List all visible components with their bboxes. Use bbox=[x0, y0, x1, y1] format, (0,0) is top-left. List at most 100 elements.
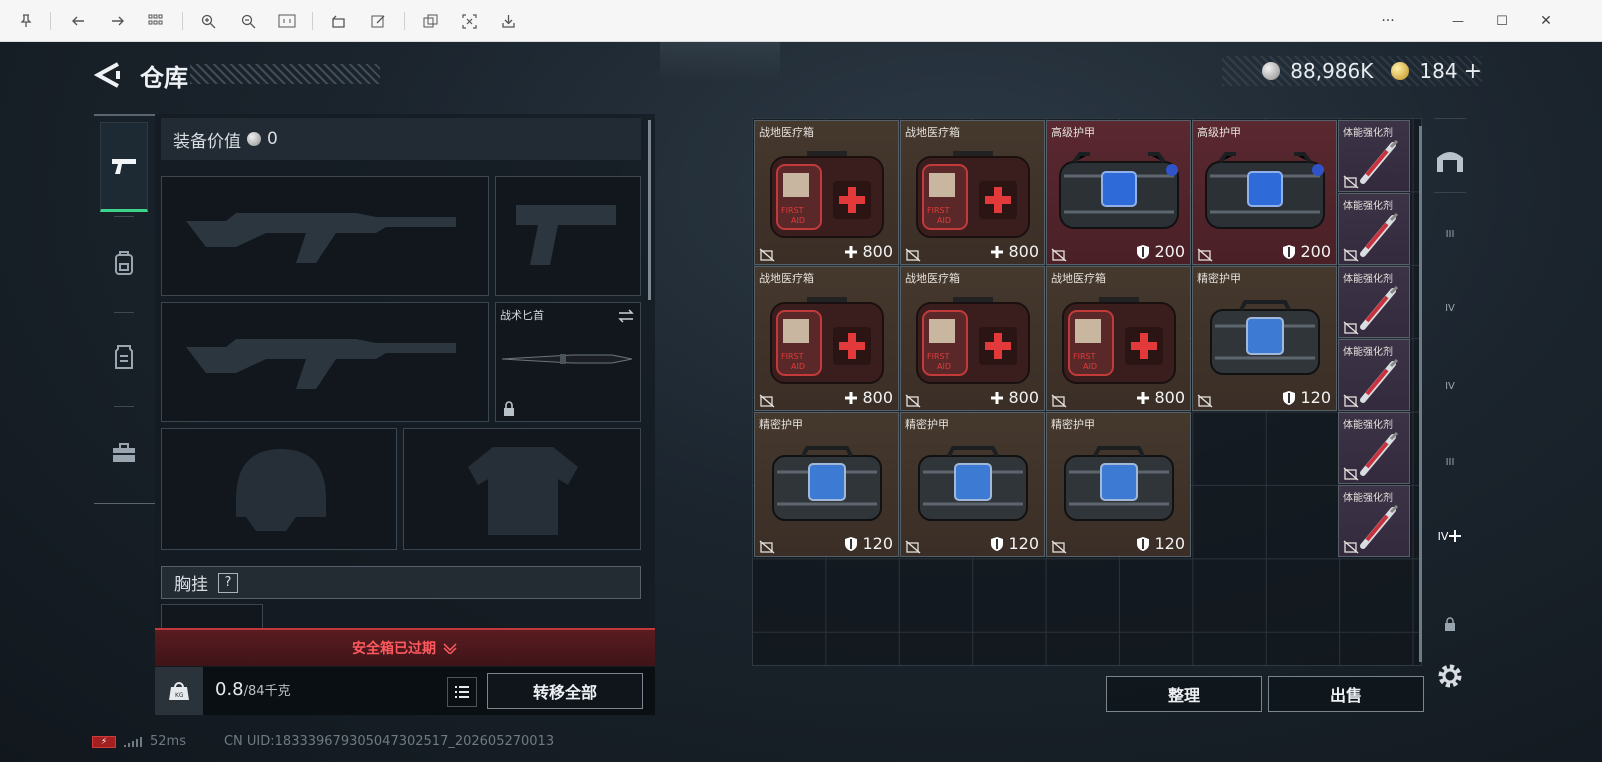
primary-weapon-slot[interactable] bbox=[161, 176, 489, 296]
no-sell-icon bbox=[1197, 247, 1213, 262]
armor-slot[interactable] bbox=[403, 428, 641, 550]
safebox-expired-banner[interactable]: 安全箱已过期 bbox=[155, 628, 655, 666]
rail-tier-d[interactable]: III bbox=[1432, 444, 1468, 480]
minimize-button[interactable]: — bbox=[1448, 11, 1468, 31]
armor-grey-icon bbox=[1205, 292, 1325, 386]
forward-icon[interactable] bbox=[108, 11, 128, 31]
item-name: 精密护甲 bbox=[905, 418, 949, 431]
silver-coin-icon bbox=[247, 132, 261, 146]
rail-tier-a[interactable]: III bbox=[1432, 216, 1468, 252]
sidearm-slot[interactable] bbox=[495, 176, 641, 296]
item-value-text: 800 bbox=[1008, 388, 1039, 407]
carry-weight: 0.8/84千克 bbox=[215, 679, 291, 700]
settings-button[interactable] bbox=[1432, 658, 1468, 694]
stash-item[interactable]: 战地医疗箱 FIRST AID 800 bbox=[900, 266, 1045, 411]
fit-icon[interactable] bbox=[277, 11, 297, 31]
back-icon[interactable] bbox=[68, 11, 88, 31]
svg-text:AID: AID bbox=[791, 216, 805, 225]
nav-backpack[interactable] bbox=[100, 218, 148, 308]
stash-item-injector[interactable]: 体能强化剂 bbox=[1338, 339, 1410, 411]
copy-icon[interactable] bbox=[420, 11, 440, 31]
back-arrow-icon[interactable] bbox=[93, 61, 122, 89]
edit-icon[interactable] bbox=[368, 11, 388, 31]
svg-text:AID: AID bbox=[937, 216, 951, 225]
nav-toolbox[interactable] bbox=[100, 408, 148, 498]
stash-item[interactable]: 高级护甲 200 bbox=[1192, 120, 1337, 265]
zoom-in-icon[interactable] bbox=[198, 11, 218, 31]
helmet-slot[interactable] bbox=[161, 428, 397, 550]
rail-lock[interactable] bbox=[1432, 606, 1468, 642]
stash-item-injector[interactable]: 体能强化剂 bbox=[1338, 120, 1410, 192]
add-currency-button[interactable]: + bbox=[1464, 59, 1482, 84]
save-icon[interactable] bbox=[498, 11, 518, 31]
list-view-button[interactable] bbox=[447, 677, 477, 707]
stash-item[interactable]: 战地医疗箱 FIRST AID 800 bbox=[900, 120, 1045, 265]
medkit-icon: FIRST AID bbox=[1059, 287, 1179, 391]
item-value: 800 bbox=[844, 242, 893, 261]
svg-text:AID: AID bbox=[791, 362, 805, 371]
svg-text:AID: AID bbox=[1083, 362, 1097, 371]
stash-item[interactable]: 精密护甲 120 bbox=[754, 412, 899, 557]
heal-icon bbox=[1136, 391, 1150, 405]
stash-item[interactable]: 精密护甲 120 bbox=[1046, 412, 1191, 557]
rail-tier-label: III bbox=[1445, 228, 1455, 240]
pin-icon[interactable] bbox=[16, 11, 36, 31]
item-value-text: 800 bbox=[1154, 388, 1185, 407]
stash-item-injector[interactable]: 体能强化剂 bbox=[1338, 485, 1410, 557]
rifle-silhouette-icon bbox=[186, 213, 456, 263]
add-icon bbox=[1449, 530, 1462, 542]
rail-tier-b[interactable]: IV bbox=[1432, 290, 1468, 326]
item-name: 高级护甲 bbox=[1197, 126, 1241, 139]
stash-item[interactable]: 战地医疗箱 FIRST AID 800 bbox=[1046, 266, 1191, 411]
stash-item[interactable]: 精密护甲 120 bbox=[900, 412, 1045, 557]
stash-item[interactable]: 战地医疗箱 FIRST AID 800 bbox=[754, 266, 899, 411]
sell-button[interactable]: 出售 bbox=[1268, 676, 1424, 712]
rotate-icon[interactable] bbox=[328, 11, 348, 31]
chest-rig-row[interactable]: 胸挂 ? bbox=[161, 566, 641, 599]
signal-icon bbox=[124, 736, 142, 747]
heal-icon bbox=[990, 245, 1004, 259]
maximize-button[interactable]: ☐ bbox=[1492, 11, 1512, 31]
stash-category-rail: III IV IV III IV bbox=[1428, 118, 1472, 718]
item-name: 精密护甲 bbox=[759, 418, 803, 431]
grid-icon[interactable] bbox=[146, 11, 166, 31]
transfer-all-button[interactable]: 转移全部 bbox=[487, 673, 643, 709]
swap-icon[interactable] bbox=[618, 309, 634, 323]
item-value: 120 bbox=[1136, 534, 1185, 553]
warehouse-icon bbox=[1437, 152, 1463, 172]
close-button[interactable]: ✕ bbox=[1536, 11, 1556, 31]
stash-item-injector[interactable]: 体能强化剂 bbox=[1338, 193, 1410, 265]
item-value: 120 bbox=[844, 534, 893, 553]
rail-tier-c[interactable]: IV bbox=[1432, 368, 1468, 404]
injector-icon bbox=[1353, 283, 1403, 337]
rail-tier-e[interactable]: IV bbox=[1432, 518, 1468, 554]
nav-vest[interactable] bbox=[100, 312, 148, 402]
stash-item[interactable]: 战地医疗箱 FIRST AID 800 bbox=[754, 120, 899, 265]
secondary-weapon-slot[interactable] bbox=[161, 302, 489, 422]
injector-icon bbox=[1353, 502, 1403, 556]
stash-item-injector[interactable]: 体能强化剂 bbox=[1338, 266, 1410, 338]
help-icon[interactable]: ? bbox=[218, 572, 238, 593]
status-bar: ⚡ 52ms CN UID:183339679305047302517_2026… bbox=[92, 734, 554, 749]
stash-item-injector[interactable]: 体能强化剂 bbox=[1338, 412, 1410, 484]
stash-scrollbar[interactable] bbox=[1419, 126, 1422, 662]
window-toolbar: ··· — ☐ ✕ bbox=[0, 0, 1602, 42]
crop-icon[interactable] bbox=[459, 11, 479, 31]
sort-button[interactable]: 整理 bbox=[1106, 676, 1262, 712]
melee-slot[interactable]: 战术匕首 bbox=[495, 302, 641, 422]
no-sell-icon bbox=[1343, 174, 1359, 189]
svg-text:KG: KG bbox=[175, 692, 184, 699]
stash-item[interactable]: 高级护甲 200 bbox=[1046, 120, 1191, 265]
nav-weapons[interactable] bbox=[100, 122, 148, 212]
equipment-scrollbar[interactable] bbox=[648, 120, 651, 300]
heal-icon bbox=[990, 391, 1004, 405]
stash-item[interactable]: 精密护甲 120 bbox=[1192, 266, 1337, 411]
rail-storage[interactable] bbox=[1432, 142, 1468, 178]
gear-icon bbox=[1438, 664, 1462, 688]
no-sell-icon bbox=[1051, 393, 1067, 408]
shield-icon bbox=[1136, 244, 1150, 260]
more-button[interactable]: ··· bbox=[1376, 11, 1400, 31]
stash-grid[interactable]: 战地医疗箱 FIRST AID 800 战地医疗箱 FIRST AID 800 高级护甲 200 高… bbox=[752, 118, 1422, 666]
zoom-out-icon[interactable] bbox=[238, 11, 258, 31]
item-value-text: 120 bbox=[1008, 534, 1039, 553]
